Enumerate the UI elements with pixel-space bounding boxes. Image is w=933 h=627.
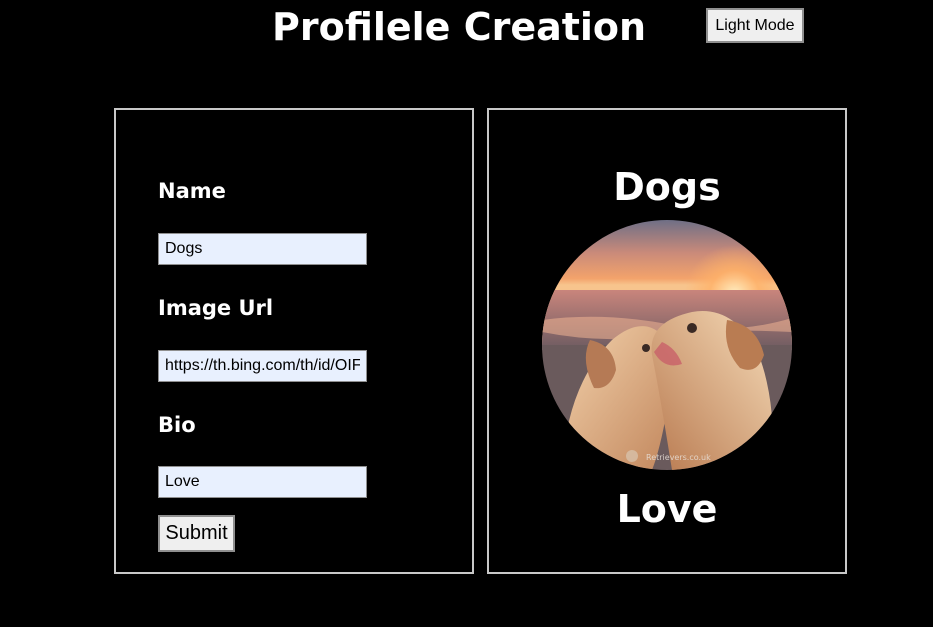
light-mode-button[interactable]: Light Mode xyxy=(706,8,804,43)
image-url-label: Image Url xyxy=(158,296,274,320)
profile-bio: Love xyxy=(616,487,718,531)
profile-image: Retrievers.co.uk xyxy=(542,220,792,470)
submit-button[interactable]: Submit xyxy=(158,515,235,552)
name-label: Name xyxy=(158,179,226,203)
name-input[interactable] xyxy=(158,233,367,265)
image-watermark: Retrievers.co.uk xyxy=(646,453,711,462)
profile-name: Dogs xyxy=(613,165,721,209)
page: Profilele Creation Light Mode Name Image… xyxy=(0,0,933,627)
page-title: Profilele Creation xyxy=(272,5,647,49)
bio-label: Bio xyxy=(158,413,196,437)
profile-preview-panel: Dogs Retrievers.co.uk Love xyxy=(487,108,847,574)
puppies-photo-icon: Retrievers.co.uk xyxy=(542,220,792,470)
bio-input[interactable] xyxy=(158,466,367,498)
profile-form-panel: Name Image Url Bio Submit xyxy=(114,108,474,574)
image-url-input[interactable] xyxy=(158,350,367,382)
